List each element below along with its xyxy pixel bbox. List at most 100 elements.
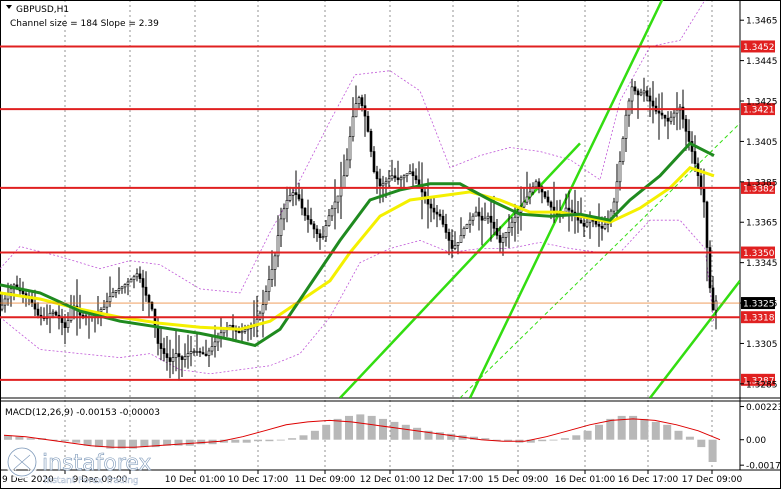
- candle-body: [258, 312, 262, 320]
- macd-histogram-bar: [640, 418, 649, 440]
- candle-body: [534, 181, 538, 188]
- macd-histogram-bar: [549, 439, 558, 441]
- candle-body: [363, 105, 367, 117]
- candle-body: [567, 207, 571, 211]
- candle-body: [507, 227, 511, 233]
- candle-body: [33, 302, 37, 310]
- candle-body: [429, 203, 433, 209]
- macd-histogram-bar: [685, 436, 694, 440]
- candle-body: [162, 348, 166, 354]
- candle-body: [669, 116, 673, 122]
- macd-histogram-bar: [674, 430, 683, 440]
- candle-body: [714, 300, 718, 311]
- macd-histogram-bar: [72, 439, 81, 443]
- candle-body: [132, 276, 136, 280]
- candle-body: [378, 178, 382, 187]
- candle-body: [306, 215, 310, 220]
- candle-body: [288, 195, 292, 201]
- channel-label: Channel size = 184 Slope = 2.39: [10, 19, 159, 29]
- candle-body: [345, 159, 349, 176]
- candle-body: [156, 325, 160, 344]
- candle-body: [492, 221, 496, 229]
- macd-histogram-bar: [333, 418, 342, 440]
- candle-body: [663, 114, 667, 119]
- candle-body: [642, 90, 646, 94]
- candle-body: [189, 351, 193, 354]
- candle-body: [684, 118, 688, 132]
- candle-body: [99, 309, 103, 312]
- macd-histogram-bar: [606, 418, 615, 440]
- macd-histogram-bar: [390, 421, 399, 440]
- candle-body: [114, 290, 118, 293]
- candle-body: [675, 109, 679, 114]
- candle-body: [411, 171, 415, 176]
- candle-body: [711, 287, 715, 311]
- candle-body: [387, 178, 391, 183]
- candle-body: [651, 100, 655, 107]
- candle-body: [333, 201, 337, 209]
- time-tick-label: 17 Dec 09:00: [682, 475, 743, 485]
- macd-histogram-bar: [288, 438, 297, 440]
- level-tag-label: 1.3350: [743, 249, 775, 259]
- candle-body: [513, 216, 517, 223]
- candle-body: [360, 97, 364, 106]
- candle-body: [456, 242, 460, 246]
- candle-body: [165, 353, 169, 358]
- candle-body: [129, 279, 133, 283]
- candle-body: [207, 350, 211, 356]
- candle-body: [579, 219, 583, 224]
- candle-body: [135, 273, 139, 278]
- candle-body: [483, 217, 487, 221]
- time-tick-label: 10 Dec 01:00: [165, 475, 226, 485]
- macd-histogram-bar: [265, 439, 274, 442]
- candle-body: [582, 222, 586, 227]
- candle-body: [486, 215, 490, 219]
- candle-body: [525, 196, 529, 203]
- candle-body: [186, 353, 190, 357]
- brand-tagline: Instant Forex Trading: [44, 476, 139, 486]
- candle-body: [585, 221, 589, 227]
- macd-histogram-bar: [367, 415, 376, 440]
- candle-body: [366, 115, 370, 132]
- macd-tick-label: -0.00171: [746, 462, 781, 472]
- time-tick-label: 11 Dec 09:00: [295, 475, 356, 485]
- candle-body: [489, 215, 493, 223]
- candle-body: [495, 228, 499, 236]
- candle-body: [396, 177, 400, 181]
- time-tick-label: 15 Dec 09:00: [488, 475, 549, 485]
- candle-body: [414, 175, 418, 181]
- candle-body: [312, 223, 316, 230]
- candle-body: [228, 324, 232, 328]
- candle-body: [315, 228, 319, 234]
- level-tag-label: 1.3318: [743, 314, 775, 324]
- candle-body: [480, 215, 484, 221]
- price-tick-label: 1.3285: [746, 380, 778, 390]
- candle-body: [708, 247, 712, 289]
- candle-body: [594, 220, 598, 225]
- price-tick-label: 1.3305: [746, 340, 778, 350]
- candle-body: [447, 232, 451, 241]
- candle-body: [474, 211, 478, 217]
- candle-body: [348, 136, 352, 161]
- candle-body: [453, 245, 457, 249]
- macd-histogram-bar: [572, 435, 581, 440]
- candle-body: [702, 188, 706, 203]
- candle-body: [459, 235, 463, 243]
- candle-body: [528, 191, 532, 198]
- candle-body: [438, 213, 442, 217]
- symbol-label: GBPUSD,H1: [16, 5, 69, 15]
- candle-body: [321, 236, 325, 238]
- macd-histogram-bar: [15, 436, 24, 440]
- macd-histogram-bar: [231, 439, 240, 443]
- macd-histogram-bar: [583, 430, 592, 440]
- candle-body: [693, 151, 697, 164]
- level-tag-label: 1.3452: [743, 43, 775, 53]
- time-tick-label: 10 Dec 17:00: [228, 475, 289, 485]
- candle-body: [261, 304, 265, 314]
- candle-body: [177, 353, 181, 357]
- candle-body: [390, 175, 394, 180]
- candle-body: [330, 208, 334, 217]
- candle-body: [543, 191, 547, 198]
- candle-body: [111, 291, 115, 297]
- candle-body: [243, 329, 247, 332]
